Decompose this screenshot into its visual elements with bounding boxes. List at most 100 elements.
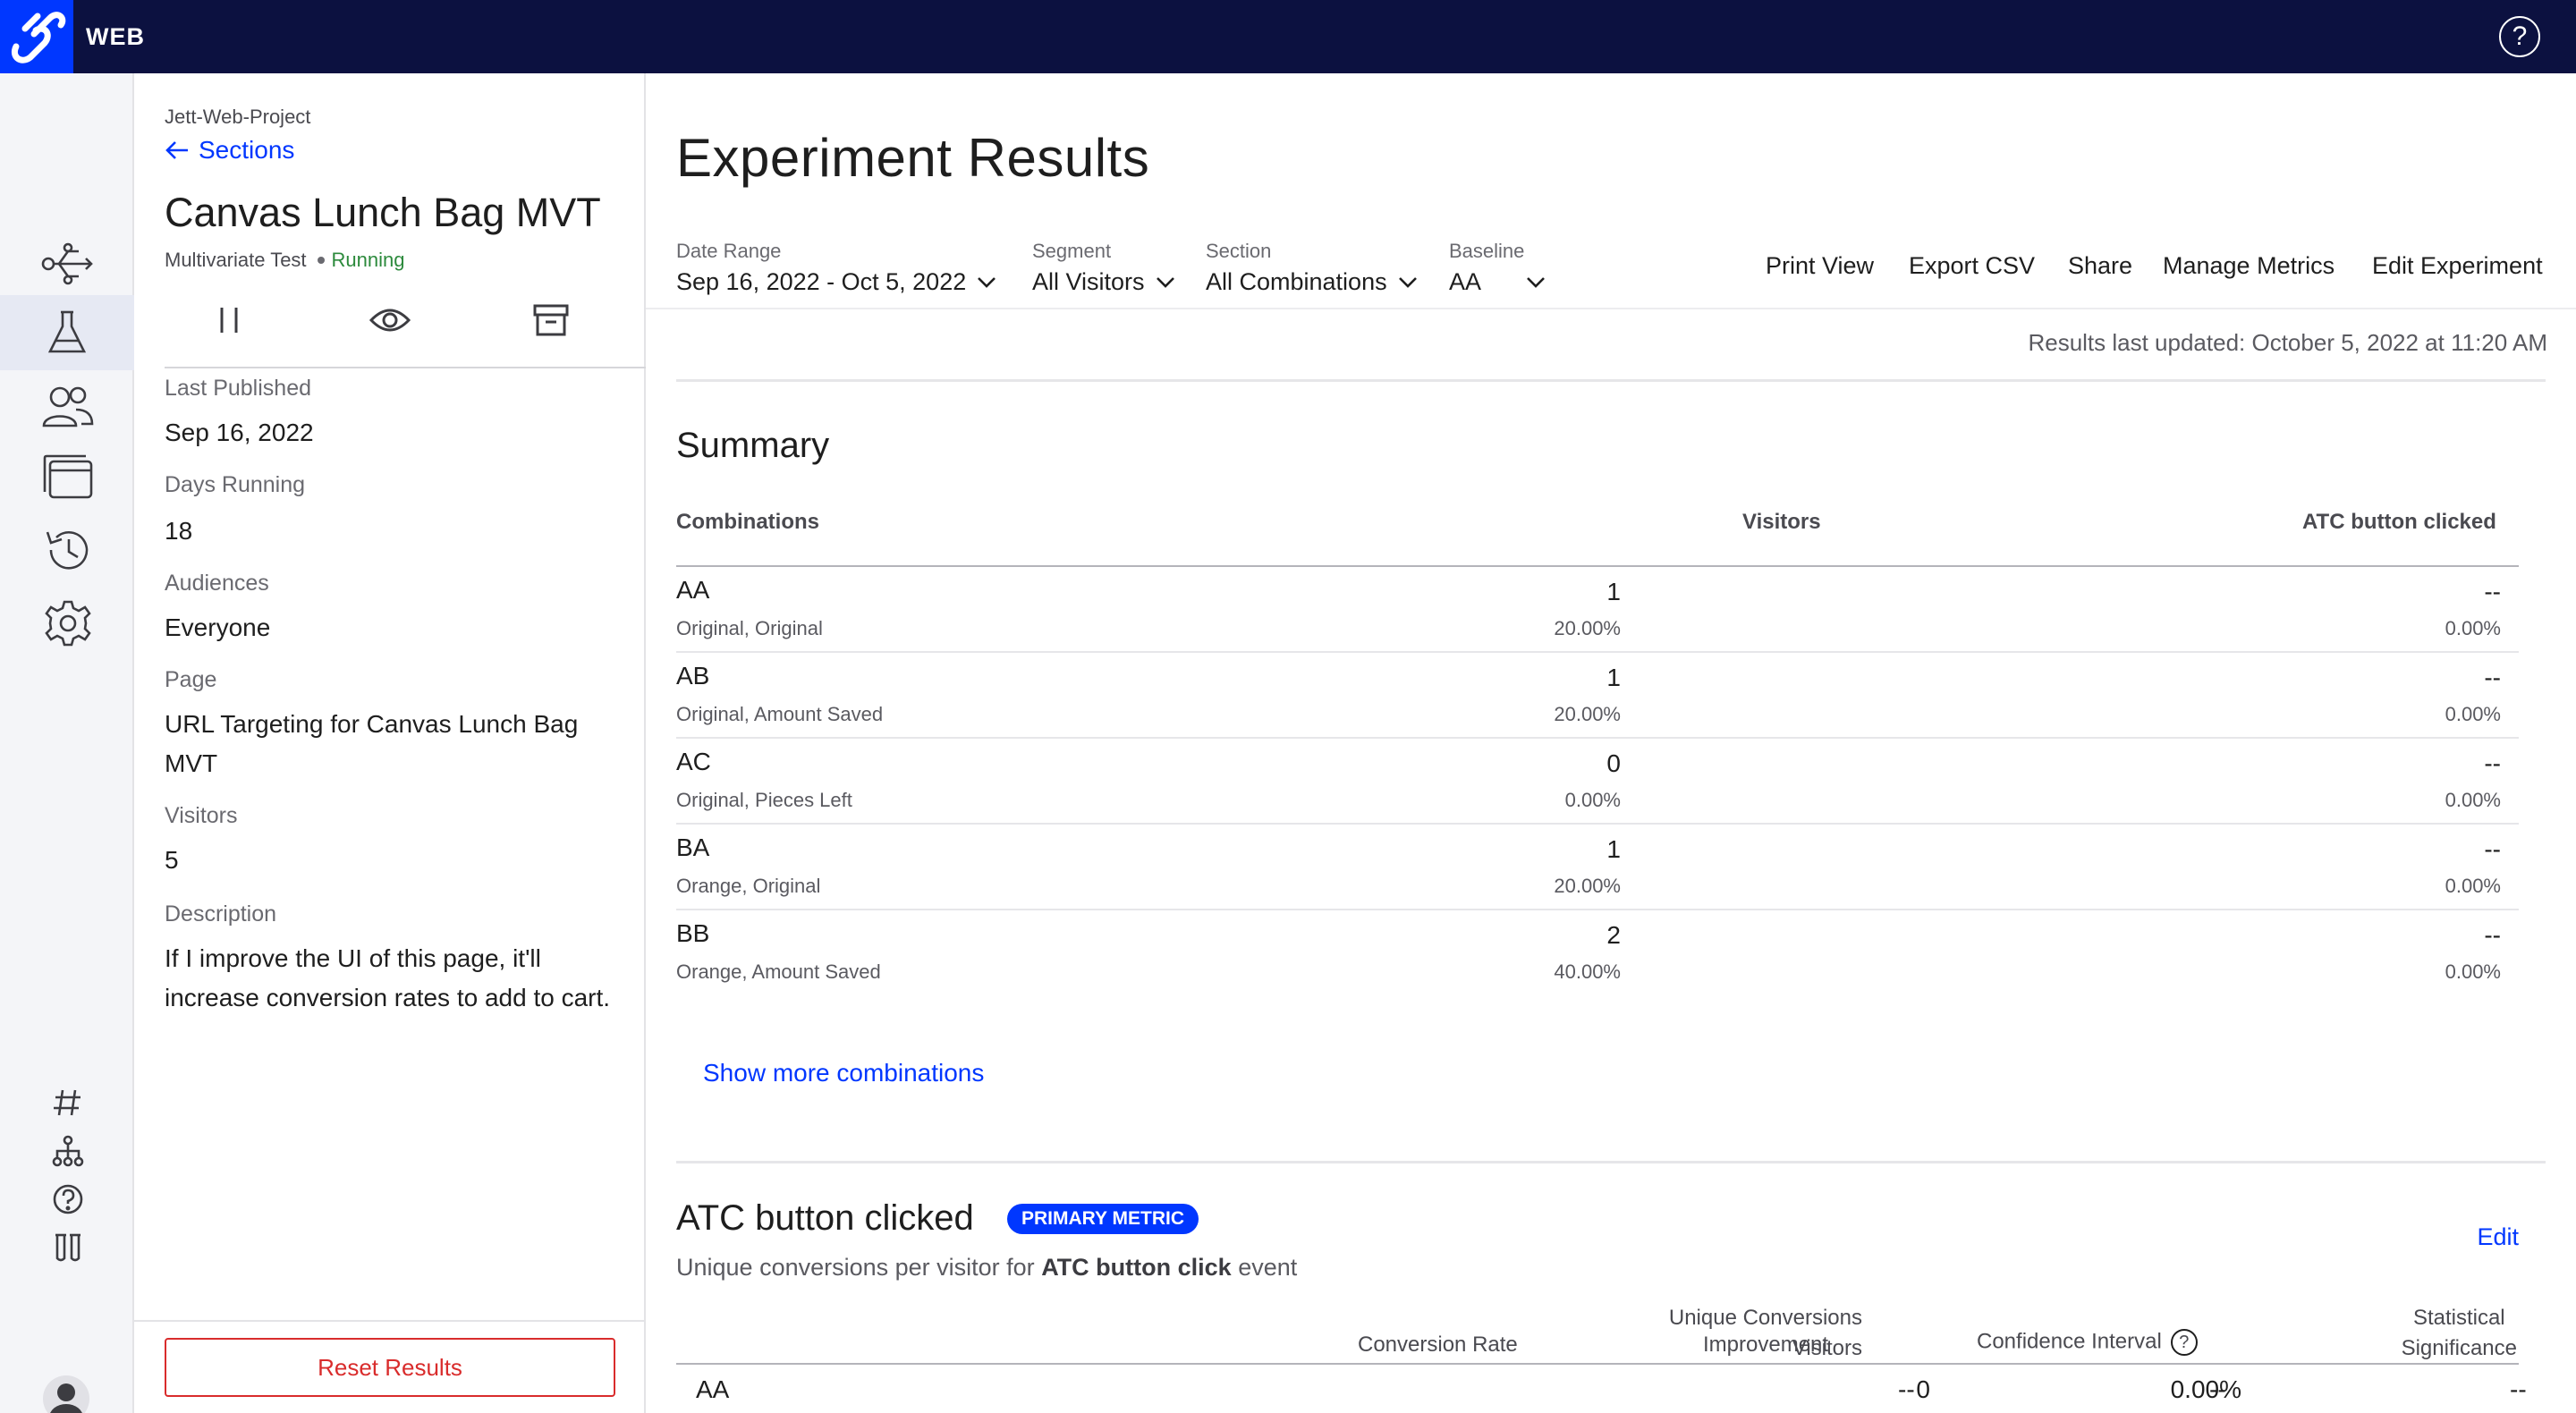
left-nav — [0, 73, 134, 1413]
date-range-value: Sep 16, 2022 - Oct 5, 2022 — [676, 268, 966, 296]
table-row[interactable]: AA Original, Original 1 20.00% -- 0.00% — [676, 567, 2519, 653]
eye-icon — [369, 302, 411, 338]
logo[interactable] — [0, 0, 73, 73]
combination-code: AC — [676, 748, 711, 776]
description-value: If I improve the UI of this page, it'll … — [165, 939, 630, 1018]
combination-desc: Original, Pieces Left — [676, 789, 852, 812]
confidence-interval-header: Confidence Interval? — [1977, 1329, 2198, 1356]
archive-icon — [531, 302, 571, 338]
app-name: WEB — [86, 23, 145, 51]
visitors-pct: 20.00% — [1554, 617, 1621, 640]
status-badge: Running — [332, 249, 405, 271]
metric-row-conversions: 0 — [1916, 1375, 1930, 1404]
metric-subtitle-suffix: event — [1232, 1254, 1298, 1281]
baseline-value: AA — [1449, 268, 1481, 296]
metric-value: -- — [2484, 749, 2501, 778]
section-label: Section — [1206, 240, 1418, 263]
arrow-left-icon — [165, 140, 190, 161]
visitors-count: 1 — [1606, 664, 1621, 692]
preview-button[interactable] — [363, 293, 417, 347]
metric-event-name: ATC button click — [1041, 1254, 1232, 1281]
visitors-label: Visitors — [165, 803, 238, 829]
visitors-count: 2 — [1606, 921, 1621, 950]
visitors-pct: 20.00% — [1554, 703, 1621, 726]
metric-subtitle-prefix: Unique conversions per visitor for — [676, 1254, 1041, 1281]
page-value: URL Targeting for Canvas Lunch Bag MVT — [165, 705, 630, 783]
audiences-label: Audiences — [165, 571, 269, 597]
nav-experiments-icon[interactable] — [0, 295, 134, 370]
main-content: Experiment Results Date Range Sep 16, 20… — [646, 73, 2576, 1413]
nav-audiences-icon[interactable] — [34, 376, 102, 438]
days-running-label: Days Running — [165, 472, 305, 498]
combination-desc: Orange, Amount Saved — [676, 960, 881, 984]
description-label: Description — [165, 901, 276, 927]
print-view-link[interactable]: Print View — [1766, 252, 1874, 280]
date-range-filter[interactable]: Date Range Sep 16, 2022 - Oct 5, 2022 — [676, 240, 996, 296]
edit-metric-link[interactable]: Edit — [2477, 1223, 2519, 1251]
metric-pct: 0.00% — [2445, 960, 2501, 984]
help-icon[interactable]: ? — [2499, 16, 2540, 57]
visitors-pct: 0.00% — [1565, 789, 1621, 812]
table-row[interactable]: BB Orange, Amount Saved 2 40.00% -- 0.00… — [676, 910, 2519, 996]
nav-tests-icon[interactable] — [34, 1216, 102, 1279]
baseline-label: Baseline — [1449, 240, 1546, 263]
visitors-count: 1 — [1606, 578, 1621, 606]
reset-results-button[interactable]: Reset Results — [165, 1338, 615, 1397]
edit-experiment-link[interactable]: Edit Experiment — [2372, 252, 2543, 280]
metric-row-ci: -- — [2209, 1375, 2226, 1404]
visitors-pct: 20.00% — [1554, 875, 1621, 898]
user-avatar[interactable] — [43, 1375, 89, 1413]
metric-row-significance: -- — [2510, 1375, 2527, 1404]
nav-flows-icon[interactable] — [34, 233, 102, 295]
table-row[interactable]: AB Original, Amount Saved 1 20.00% -- 0.… — [676, 653, 2519, 739]
top-bar: WEB ? — [0, 0, 2576, 73]
archive-button[interactable] — [524, 293, 578, 347]
metric-pct: 0.00% — [2445, 703, 2501, 726]
metric-title: ATC button clicked — [676, 1198, 974, 1239]
segment-filter[interactable]: Segment All Visitors — [1032, 240, 1175, 296]
metric-header: ATC button clicked — [2302, 510, 2496, 535]
last-published-value: Sep 16, 2022 — [165, 413, 630, 453]
actions-divider — [165, 367, 646, 368]
nav-settings-icon[interactable] — [34, 592, 102, 655]
project-name: Jett-Web-Project — [165, 106, 310, 129]
metric-header-line — [676, 1363, 2519, 1365]
metric-subtitle: Unique conversions per visitor for ATC b… — [676, 1254, 1297, 1282]
table-row[interactable]: AC Original, Pieces Left 0 0.00% -- 0.00… — [676, 739, 2519, 825]
significance-header-line1: Statistical — [2402, 1306, 2517, 1331]
page-title: Experiment Results — [676, 127, 1149, 189]
last-published-label: Last Published — [165, 376, 311, 402]
days-running-value: 18 — [165, 512, 630, 551]
metric-pct: 0.00% — [2445, 789, 2501, 812]
combination-code: AB — [676, 662, 709, 690]
export-csv-link[interactable]: Export CSV — [1909, 252, 2035, 280]
metric-row-rate: 0.00% — [2171, 1375, 2241, 1404]
combination-desc: Orange, Original — [676, 875, 820, 898]
metric-value: -- — [2484, 578, 2501, 606]
combinations-header: Combinations — [676, 510, 819, 535]
pause-icon — [211, 302, 247, 338]
summary-divider — [676, 379, 2546, 382]
nav-pages-icon[interactable] — [34, 445, 102, 508]
nav-history-icon[interactable] — [34, 519, 102, 581]
last-updated-text: Results last updated: October 5, 2022 at… — [2028, 329, 2547, 357]
table-row[interactable]: BA Orange, Original 1 20.00% -- 0.00% — [676, 825, 2519, 910]
visitors-value: 5 — [165, 841, 630, 880]
pause-button[interactable] — [202, 293, 256, 347]
show-more-combinations-link[interactable]: Show more combinations — [703, 1059, 984, 1087]
audiences-value: Everyone — [165, 608, 630, 647]
reset-divider — [134, 1320, 646, 1322]
visitors-count: 1 — [1606, 835, 1621, 864]
section-value: All Combinations — [1206, 268, 1387, 296]
help-icon[interactable]: ? — [2171, 1329, 2198, 1356]
share-link[interactable]: Share — [2068, 252, 2132, 280]
segment-value: All Visitors — [1032, 268, 1145, 296]
manage-metrics-link[interactable]: Manage Metrics — [2163, 252, 2334, 280]
section-filter[interactable]: Section All Combinations — [1206, 240, 1418, 296]
baseline-filter[interactable]: Baseline AA — [1449, 240, 1546, 296]
back-to-sections-link[interactable]: Sections — [165, 136, 294, 165]
statistical-significance-header: Statistical Significance — [2402, 1306, 2517, 1361]
experiment-title: Canvas Lunch Bag MVT — [165, 190, 601, 236]
improvement-header: Improvement — [1703, 1333, 1828, 1358]
chain-logo-icon — [9, 7, 66, 66]
